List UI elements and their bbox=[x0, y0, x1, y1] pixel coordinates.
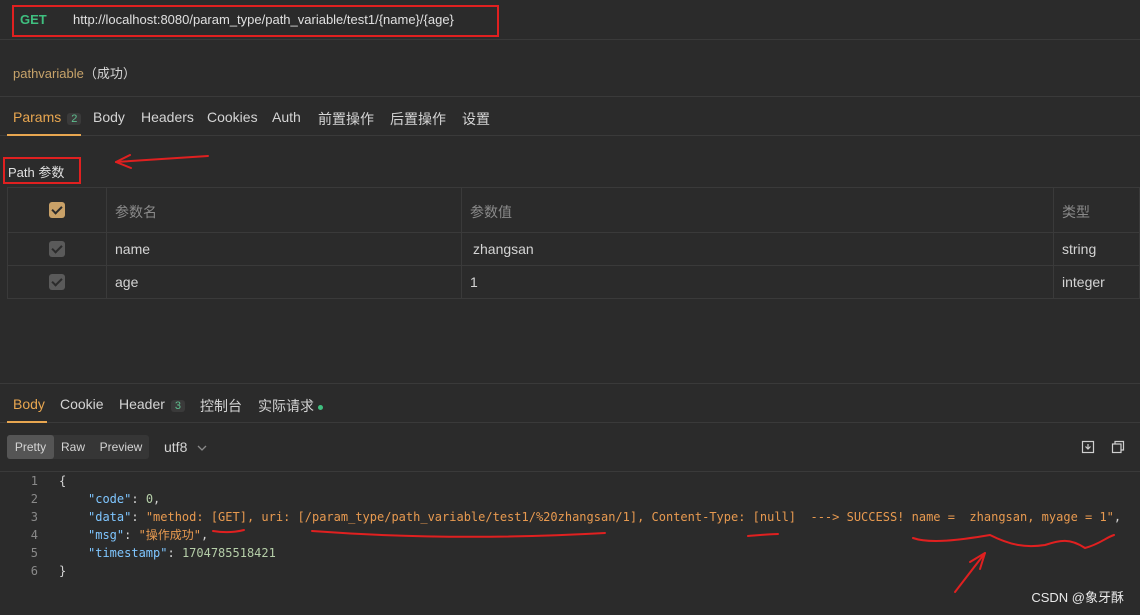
param-value-cell[interactable]: zhangsan bbox=[462, 233, 1054, 265]
tab-settings[interactable]: 设置 bbox=[462, 109, 490, 129]
row-checkbox-cell bbox=[8, 266, 107, 299]
line-number: 5 bbox=[30, 546, 38, 560]
tab-post-ops[interactable]: 后置操作 bbox=[390, 109, 446, 129]
url-bar: GET http://localhost:8080/param_type/pat… bbox=[0, 0, 1140, 40]
view-preview-button[interactable]: Preview bbox=[93, 435, 149, 459]
line-number: 2 bbox=[30, 492, 38, 506]
resp-tab-cookie[interactable]: Cookie bbox=[60, 396, 104, 412]
header-checkbox-cell bbox=[8, 188, 107, 232]
json-string: "操作成功" bbox=[138, 528, 202, 542]
param-value-cell[interactable]: 1 bbox=[462, 266, 1054, 299]
row-checkbox[interactable] bbox=[49, 241, 65, 257]
code-text: { bbox=[59, 474, 67, 488]
param-value: 1 bbox=[470, 274, 478, 290]
tab-params[interactable]: Params 2 bbox=[13, 109, 82, 125]
tab-cookies[interactable]: Cookies bbox=[207, 109, 258, 125]
row-checkbox[interactable] bbox=[49, 274, 65, 290]
param-name-cell[interactable]: name bbox=[107, 233, 462, 265]
row-checkbox-cell bbox=[8, 233, 107, 265]
code-text: "msg": "操作成功", bbox=[88, 528, 209, 542]
request-tabs: Params 2 Body Headers Cookies Auth 前置操作 后… bbox=[0, 96, 1140, 136]
header-count-badge: 3 bbox=[170, 400, 186, 412]
resp-tab-actual-request[interactable]: 实际请求 bbox=[258, 396, 323, 416]
param-type: integer bbox=[1062, 274, 1105, 290]
column-header-value: 参数值 bbox=[470, 204, 512, 220]
select-all-checkbox[interactable] bbox=[49, 202, 65, 218]
params-count-badge: 2 bbox=[67, 113, 82, 125]
tab-headers[interactable]: Headers bbox=[141, 109, 194, 125]
tab-body[interactable]: Body bbox=[93, 109, 125, 125]
copy-icon[interactable] bbox=[1111, 440, 1125, 454]
tab-pre-ops[interactable]: 前置操作 bbox=[318, 109, 374, 129]
view-raw-button[interactable]: Raw bbox=[55, 435, 91, 459]
table-row: age 1 integer bbox=[8, 266, 1140, 299]
code-text: } bbox=[59, 564, 67, 578]
resp-tab-body[interactable]: Body bbox=[13, 396, 45, 412]
active-tab-indicator bbox=[7, 134, 81, 136]
annotation-arrow-left bbox=[115, 155, 209, 163]
column-header-type: 类型 bbox=[1062, 204, 1090, 220]
resp-tab-actual-request-label: 实际请求 bbox=[258, 398, 314, 414]
tab-params-label: Params bbox=[13, 109, 62, 125]
resp-tab-header[interactable]: Header 3 bbox=[119, 396, 186, 412]
param-value: zhangsan bbox=[473, 241, 534, 257]
param-name: name bbox=[115, 241, 151, 257]
code-text: "data": "method: [GET], uri: [/param_typ… bbox=[88, 510, 1122, 524]
annotation-arrowhead-left bbox=[115, 154, 132, 169]
param-type: string bbox=[1062, 241, 1097, 257]
resp-tab-console[interactable]: 控制台 bbox=[200, 396, 242, 416]
header-value-cell: 参数值 bbox=[462, 188, 1054, 232]
line-number: 1 bbox=[30, 474, 38, 488]
status-dot-icon bbox=[318, 404, 323, 410]
json-number: 1704785518421 bbox=[181, 546, 276, 560]
line-number: 6 bbox=[30, 564, 38, 578]
json-key: "code" bbox=[88, 492, 132, 506]
json-key: "data" bbox=[88, 510, 132, 524]
json-number: 0 bbox=[145, 492, 154, 506]
resp-tab-header-label: Header bbox=[119, 396, 165, 412]
encoding-select[interactable]: utf8 bbox=[164, 439, 207, 455]
line-number: 3 bbox=[30, 510, 38, 524]
param-type-cell[interactable]: string bbox=[1054, 233, 1140, 265]
response-tabs: Body Cookie Header 3 控制台 实际请求 bbox=[0, 383, 1140, 423]
active-resp-tab-indicator bbox=[7, 421, 47, 423]
request-title: pathvariable（成功） bbox=[13, 63, 136, 82]
chevron-down-icon bbox=[197, 445, 207, 452]
header-name-cell: 参数名 bbox=[107, 188, 462, 232]
json-string: "method: [GET], uri: [/param_type/path_v… bbox=[145, 510, 1114, 524]
view-pretty-button[interactable]: Pretty bbox=[7, 435, 54, 459]
code-text: "timestamp": 1704785518421 bbox=[88, 546, 276, 560]
json-key: "msg" bbox=[88, 528, 125, 542]
table-header-row: 参数名 参数值 类型 bbox=[8, 188, 1140, 233]
column-header-name: 参数名 bbox=[115, 204, 157, 220]
save-response-icon[interactable] bbox=[1081, 440, 1095, 454]
table-row: name zhangsan string bbox=[8, 233, 1140, 266]
request-status: （成功） bbox=[83, 66, 136, 81]
param-name-cell[interactable]: age bbox=[107, 266, 462, 299]
response-body-viewer[interactable]: 1 { 2 "code": 0, 3 "data": "method: [GET], … bbox=[0, 471, 1140, 615]
json-key: "timestamp" bbox=[88, 546, 168, 560]
path-params-title: Path 参数 bbox=[8, 165, 65, 180]
request-name: pathvariable bbox=[13, 66, 84, 81]
watermark: CSDN @象牙酥 bbox=[1031, 590, 1124, 605]
tab-auth[interactable]: Auth bbox=[272, 109, 301, 125]
param-name: age bbox=[115, 274, 139, 290]
line-number: 4 bbox=[30, 528, 38, 542]
encoding-value: utf8 bbox=[164, 439, 188, 455]
view-mode-toggle: Pretty Raw Preview bbox=[7, 435, 149, 459]
param-type-cell[interactable]: integer bbox=[1054, 266, 1140, 299]
http-method[interactable]: GET bbox=[20, 12, 47, 27]
code-text: "code": 0, bbox=[88, 492, 161, 506]
url-input[interactable]: http://localhost:8080/param_type/path_va… bbox=[73, 12, 454, 27]
params-table: 参数名 参数值 类型 name zhangsan string age 1 in… bbox=[7, 187, 1140, 299]
header-type-cell: 类型 bbox=[1054, 188, 1140, 232]
